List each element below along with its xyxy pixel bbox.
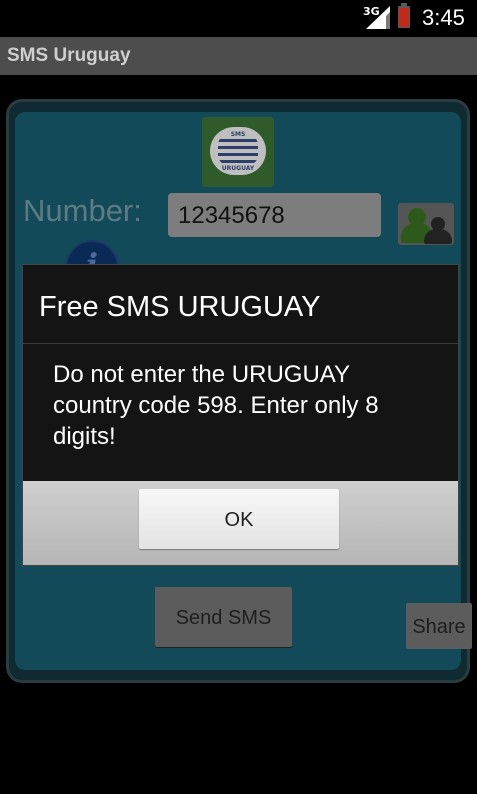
dialog-button-bar: OK [23, 481, 458, 565]
dialog-title: Free SMS URUGUAY [39, 291, 321, 323]
ok-label: OK [224, 509, 254, 531]
app-title-bar: SMS Uruguay [0, 37, 477, 75]
contacts-button[interactable] [398, 203, 454, 245]
number-label: Number: [23, 193, 142, 228]
number-input-value: 12345678 [178, 202, 285, 229]
alert-dialog: Free SMS URUGUAY Do not enter the URUGUA… [22, 264, 459, 566]
dialog-divider [23, 343, 458, 344]
bottom-strip [0, 777, 477, 794]
send-sms-label: Send SMS [175, 607, 272, 629]
ok-button[interactable]: OK [139, 489, 339, 549]
flag-label-top: SMS [230, 131, 246, 138]
share-button[interactable]: Share [406, 603, 472, 649]
number-input[interactable]: 12345678 [168, 193, 381, 237]
dialog-message: Do not enter the URUGUAY country code 59… [53, 361, 379, 450]
flag-label-bottom: URUGUAY [221, 165, 255, 172]
app-title: SMS Uruguay [7, 45, 131, 66]
flag-stripes [218, 135, 258, 165]
uruguay-flag-icon: SMS URUGUAY [202, 117, 274, 187]
share-label: Share [412, 616, 466, 638]
status-bar: 3G 3:45 [0, 0, 477, 37]
battery-icon [398, 3, 410, 28]
contact-icon-second-body [424, 229, 452, 244]
clock: 3:45 [422, 5, 465, 30]
signal-icon [366, 6, 390, 29]
send-sms-button[interactable]: Send SMS [155, 587, 292, 647]
